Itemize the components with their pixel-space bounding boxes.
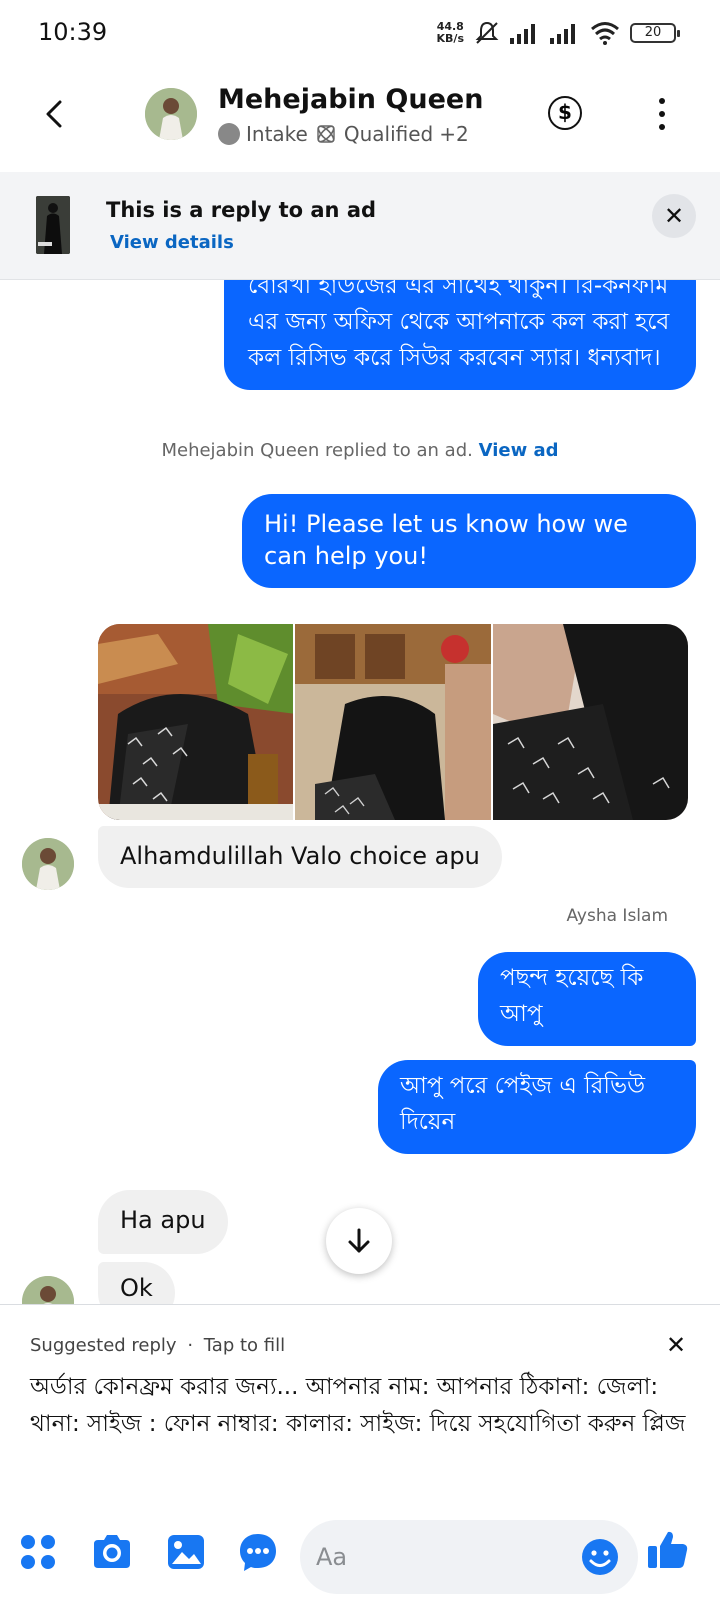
- contact-labels[interactable]: Intake Qualified +2: [218, 122, 469, 146]
- view-ad-link[interactable]: View ad: [479, 440, 559, 461]
- message-composer: [0, 1512, 720, 1600]
- suggested-reply-panel: Suggested reply · Tap to fill ✕ অর্ডার ক…: [0, 1304, 720, 1512]
- more-options-icon[interactable]: [656, 98, 668, 130]
- incoming-message[interactable]: Ha apu: [98, 1190, 228, 1254]
- payment-dollar-button[interactable]: $: [548, 96, 582, 130]
- outgoing-message[interactable]: Hi! Please let us know how we can help y…: [242, 494, 696, 588]
- ad-reply-banner: This is a reply to an ad View details ✕: [0, 172, 720, 280]
- mute-bell-icon: [475, 21, 499, 44]
- attached-photo[interactable]: [295, 624, 491, 820]
- signal-bars-2-icon: [550, 24, 575, 44]
- photo-attachment-group: [98, 624, 688, 820]
- label-more-count: +2: [439, 122, 469, 146]
- label-qualified: Qualified: [343, 122, 434, 146]
- ad-thumbnail[interactable]: [36, 196, 70, 254]
- conversation-header: Mehejabin Queen Intake Qualified +2 $: [0, 66, 720, 172]
- message-input[interactable]: [316, 1538, 576, 1576]
- incoming-message[interactable]: Ok: [98, 1262, 175, 1304]
- arrow-down-icon: [348, 1228, 370, 1253]
- tap-to-fill-hint: Tap to fill: [203, 1335, 286, 1356]
- message-input-container: [300, 1520, 638, 1594]
- status-time: 10:39: [38, 18, 108, 46]
- sender-name-label: Aysha Islam: [566, 906, 668, 926]
- message-clip: বোরখা হাউজের এর সাথেই থাকুন। রি-কনফার্ম …: [0, 280, 720, 440]
- contact-name[interactable]: Mehejabin Queen: [218, 84, 483, 115]
- wifi-icon: [591, 22, 619, 45]
- attached-photo[interactable]: [98, 624, 294, 820]
- back-arrow-icon[interactable]: [36, 94, 76, 134]
- incoming-message[interactable]: Alhamdulillah Valo choice apu: [98, 826, 502, 888]
- close-banner-button[interactable]: ✕: [652, 194, 696, 238]
- network-speed-unit: KB/s: [436, 32, 464, 45]
- contact-avatar-small[interactable]: [22, 838, 74, 890]
- separator-dot: ·: [187, 1335, 194, 1356]
- suggested-reply-label: Suggested reply: [30, 1335, 177, 1356]
- status-bar: 10:39 44.8 KB/s 20: [0, 0, 720, 66]
- suggested-reply-header: Suggested reply · Tap to fill: [30, 1335, 285, 1356]
- apps-grid-icon[interactable]: [16, 1530, 60, 1574]
- outgoing-message[interactable]: বোরখা হাউজের এর সাথেই থাকুন। রি-কনফার্ম …: [224, 280, 696, 390]
- qualified-atom-icon: [317, 125, 335, 143]
- signal-bars-icon: [510, 24, 535, 44]
- ad-reply-system-text: Mehejabin Queen replied to an ad. View a…: [0, 440, 720, 461]
- battery-indicator: 20: [630, 23, 680, 43]
- scroll-to-bottom-button[interactable]: [326, 1208, 392, 1274]
- label-intake: Intake: [246, 122, 308, 146]
- gallery-image-icon[interactable]: [164, 1530, 208, 1574]
- camera-icon[interactable]: [90, 1530, 134, 1574]
- emoji-icon[interactable]: [580, 1537, 620, 1577]
- network-speed: 44.8 KB/s: [437, 21, 464, 45]
- saved-replies-icon[interactable]: [236, 1530, 280, 1574]
- outgoing-message[interactable]: পছন্দ হয়েছে কি আপু: [478, 952, 696, 1046]
- outgoing-message[interactable]: আপু পরে পেইজ এ রিভিউ দিয়েন: [378, 1060, 696, 1154]
- close-suggestion-button[interactable]: ✕: [666, 1331, 686, 1359]
- status-icons: 44.8 KB/s 20: [437, 18, 680, 48]
- suggested-reply-text[interactable]: অর্ডার কোনফ্রম করার জন্য... আপনার নাম: আ…: [30, 1369, 700, 1443]
- contact-avatar[interactable]: [145, 88, 197, 140]
- gray-dot-icon: [218, 123, 240, 145]
- system-text-body: Mehejabin Queen replied to an ad.: [161, 440, 473, 461]
- contact-avatar-small[interactable]: [22, 1276, 74, 1304]
- thumbs-up-icon[interactable]: [646, 1528, 690, 1572]
- view-details-link[interactable]: View details: [110, 232, 234, 253]
- attached-photo[interactable]: [492, 624, 688, 820]
- ad-banner-title: This is a reply to an ad: [106, 198, 377, 222]
